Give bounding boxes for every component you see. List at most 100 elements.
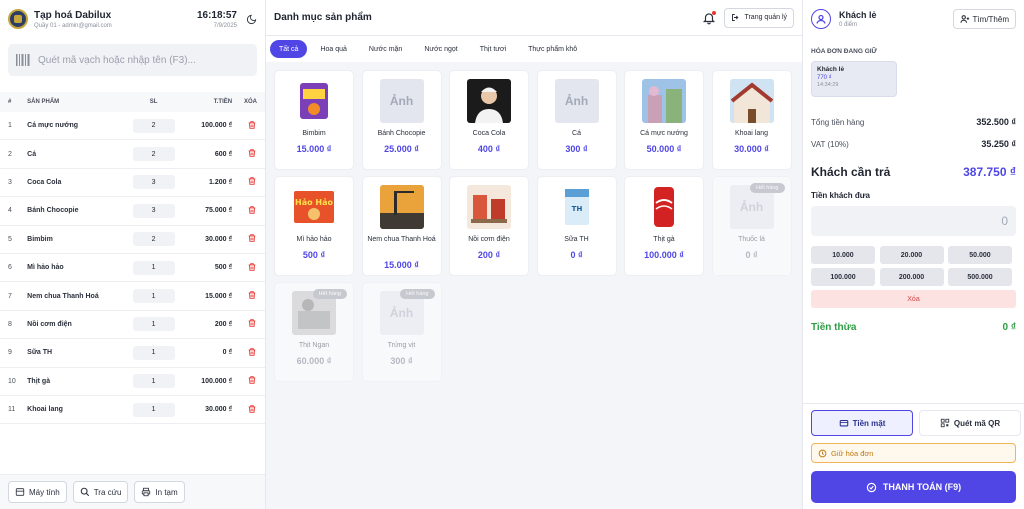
product-card[interactable]: Khoai lang 30.000 ₫ [711, 70, 792, 170]
print-label: In tạm [155, 487, 178, 497]
cash-given-input[interactable]: 0 [811, 206, 1016, 236]
quick-amount-button[interactable]: 500.000 [948, 268, 1012, 286]
product-card[interactable]: Hết hàng Thịt Ngan 60.000 ₫ [274, 282, 354, 382]
tab-category[interactable]: Tất cả [270, 40, 308, 58]
qty-input[interactable]: 2 [132, 118, 175, 133]
hold-bill-button[interactable]: Giữ hóa đơn [811, 443, 1016, 463]
lookup-button[interactable]: Tra cứu [72, 481, 129, 503]
tab-category[interactable]: Thịt tươi [471, 40, 515, 58]
amount-due-row: Khách cần trả 387.750 ₫ [803, 165, 1024, 179]
trash-icon[interactable] [247, 375, 257, 385]
product-search[interactable] [8, 44, 257, 76]
cash-method-button[interactable]: Tiền mặt [811, 410, 913, 436]
row-total: 75.000 ₫ [205, 207, 233, 215]
qty-input[interactable]: 1 [132, 289, 175, 304]
row-number: 9 [8, 349, 12, 357]
product-card[interactable]: Hảo Hảo Mì hảo hảo 500 ₫ [274, 176, 354, 276]
product-card[interactable]: Coca Cola 400 ₫ [449, 70, 529, 170]
product-image [292, 79, 336, 123]
product-price: 100.000 ₫ [644, 250, 684, 260]
dark-mode-icon[interactable] [245, 13, 257, 25]
product-card[interactable]: Hết hàng Ảnh Trứng vịt 300 ₫ [361, 282, 442, 382]
quick-amount-button[interactable]: 100.000 [811, 268, 875, 286]
row-number: 3 [8, 178, 12, 186]
row-total: 200 ₫ [214, 320, 233, 328]
product-card[interactable]: Nồi cơm điện 200 ₫ [449, 176, 529, 276]
trash-icon[interactable] [247, 318, 257, 328]
table-row[interactable]: 2 Cá 2 600 ₫ [0, 140, 265, 169]
calculator-button[interactable]: Máy tính [8, 481, 67, 503]
table-row[interactable]: 7 Nem chua Thanh Hoá 1 15.000 ₫ [0, 282, 265, 311]
product-card[interactable]: Bimbim 15.000 ₫ [274, 70, 354, 170]
table-row[interactable]: 9 Sữa TH 1 0 ₫ [0, 339, 265, 368]
subtotal-value: 352.500 ₫ [976, 117, 1016, 127]
trash-icon[interactable] [247, 290, 257, 300]
tab-category[interactable]: Thực phẩm khô [519, 40, 586, 58]
row-delete-cell [232, 318, 257, 330]
bell-icon[interactable] [702, 10, 717, 25]
product-name: Mì hảo hảo [296, 236, 332, 243]
trash-icon[interactable] [247, 347, 257, 357]
print-button[interactable]: In tạm [134, 481, 185, 503]
tab-category[interactable]: Nước ngọt [415, 40, 466, 58]
cart-rows: 1 Cá mực nướng 2 100.000 ₫ 2 Cá 2 600 ₫ 3 Coca Co… [0, 112, 265, 425]
quick-amount-button[interactable]: 50.000 [948, 246, 1012, 264]
trash-icon[interactable] [247, 404, 257, 414]
clear-button[interactable]: Xóa [811, 290, 1016, 308]
quick-amount-button[interactable]: 200.000 [879, 268, 944, 286]
row-total: 100.000 ₫ [201, 377, 233, 385]
qty-input[interactable]: 3 [132, 203, 175, 218]
search-input[interactable] [38, 54, 248, 66]
product-card[interactable]: Ảnh Cá 300 ₫ [536, 70, 617, 170]
qty-input[interactable]: 1 [132, 402, 175, 417]
trash-icon[interactable] [247, 233, 257, 243]
product-card[interactable]: Thịt gà 100.000 ₫ [624, 176, 704, 276]
table-row[interactable]: 8 Nồi cơm điện 1 200 ₫ [0, 310, 265, 340]
tab-category[interactable]: Hoa quả [311, 40, 355, 58]
find-add-customer-button[interactable]: Tìm/Thêm [952, 9, 1016, 29]
table-row[interactable]: 10 Thịt gà 1 100.000 ₫ [0, 367, 265, 396]
product-image [467, 79, 511, 123]
change-value: 0 ₫ [1002, 322, 1016, 333]
table-row[interactable]: 11 Khoai lang 1 30.000 ₫ [0, 395, 265, 425]
quick-amount-button[interactable]: 20.000 [879, 246, 944, 264]
quick-amounts: 10.000 20.000 50.000 100.000 200.000 500.000 [811, 246, 1024, 286]
trash-icon[interactable] [247, 148, 257, 158]
product-image [467, 185, 511, 229]
qty-input[interactable]: 1 [132, 345, 175, 360]
held-bill-card[interactable]: Khách lẻ 770 ₫ 14:34:29 [811, 61, 897, 97]
trash-icon[interactable] [247, 176, 257, 186]
table-row[interactable]: 3 Coca Cola 3 1.200 ₫ [0, 168, 265, 198]
trash-icon[interactable] [247, 262, 257, 272]
trash-icon[interactable] [247, 120, 257, 130]
qty-input[interactable]: 1 [132, 260, 175, 275]
qr-method-button[interactable]: Quét mã QR [919, 410, 1021, 436]
subtotal-label: Tổng tiền hàng [811, 117, 865, 127]
product-card[interactable]: TH Sữa TH 0 ₫ [536, 176, 617, 276]
manage-button[interactable]: Trang quản lý [724, 7, 794, 28]
out-of-stock-badge: Hết hàng [400, 289, 435, 299]
svg-text:TH: TH [571, 205, 582, 213]
qty-input[interactable]: 1 [132, 374, 175, 389]
table-row[interactable]: 4 Bánh Chocopie 3 75.000 ₫ [0, 197, 265, 226]
product-name: Thịt gà [653, 236, 675, 243]
table-row[interactable]: 1 Cá mực nướng 2 100.000 ₫ [0, 112, 265, 141]
qty-input[interactable]: 1 [132, 317, 175, 332]
checkout-button[interactable]: THANH TOÁN (F9) [811, 471, 1016, 503]
tab-category[interactable]: Nước mặn [360, 40, 411, 58]
trash-icon[interactable] [247, 205, 257, 215]
product-card[interactable]: Hết hàng Ảnh Thuốc lá 0 ₫ [711, 176, 792, 276]
product-name: Cá mực nướng [640, 130, 688, 137]
qty-input[interactable]: 2 [132, 147, 175, 162]
product-card[interactable]: Ảnh Bánh Chocopie 25.000 ₫ [361, 70, 442, 170]
quick-amount-button[interactable]: 10.000 [811, 246, 875, 264]
checkout-panel: Khách lẻ 0 điểm Tìm/Thêm HÓA ĐƠN ĐANG GI… [802, 0, 1024, 509]
row-number: 10 [8, 377, 16, 385]
table-row[interactable]: 5 Bimbim 2 30.000 ₫ [0, 225, 265, 254]
product-card[interactable]: Cá mực nướng 50.000 ₫ [624, 70, 704, 170]
table-row[interactable]: 6 Mì hảo hảo 1 500 ₫ [0, 253, 265, 283]
product-card[interactable]: Nem chua Thanh Hoá 15.000 ₫ [361, 176, 442, 276]
qty-input[interactable]: 3 [132, 175, 175, 190]
held-bill-amount: 770 ₫ [817, 75, 832, 81]
qty-input[interactable]: 2 [132, 232, 175, 247]
